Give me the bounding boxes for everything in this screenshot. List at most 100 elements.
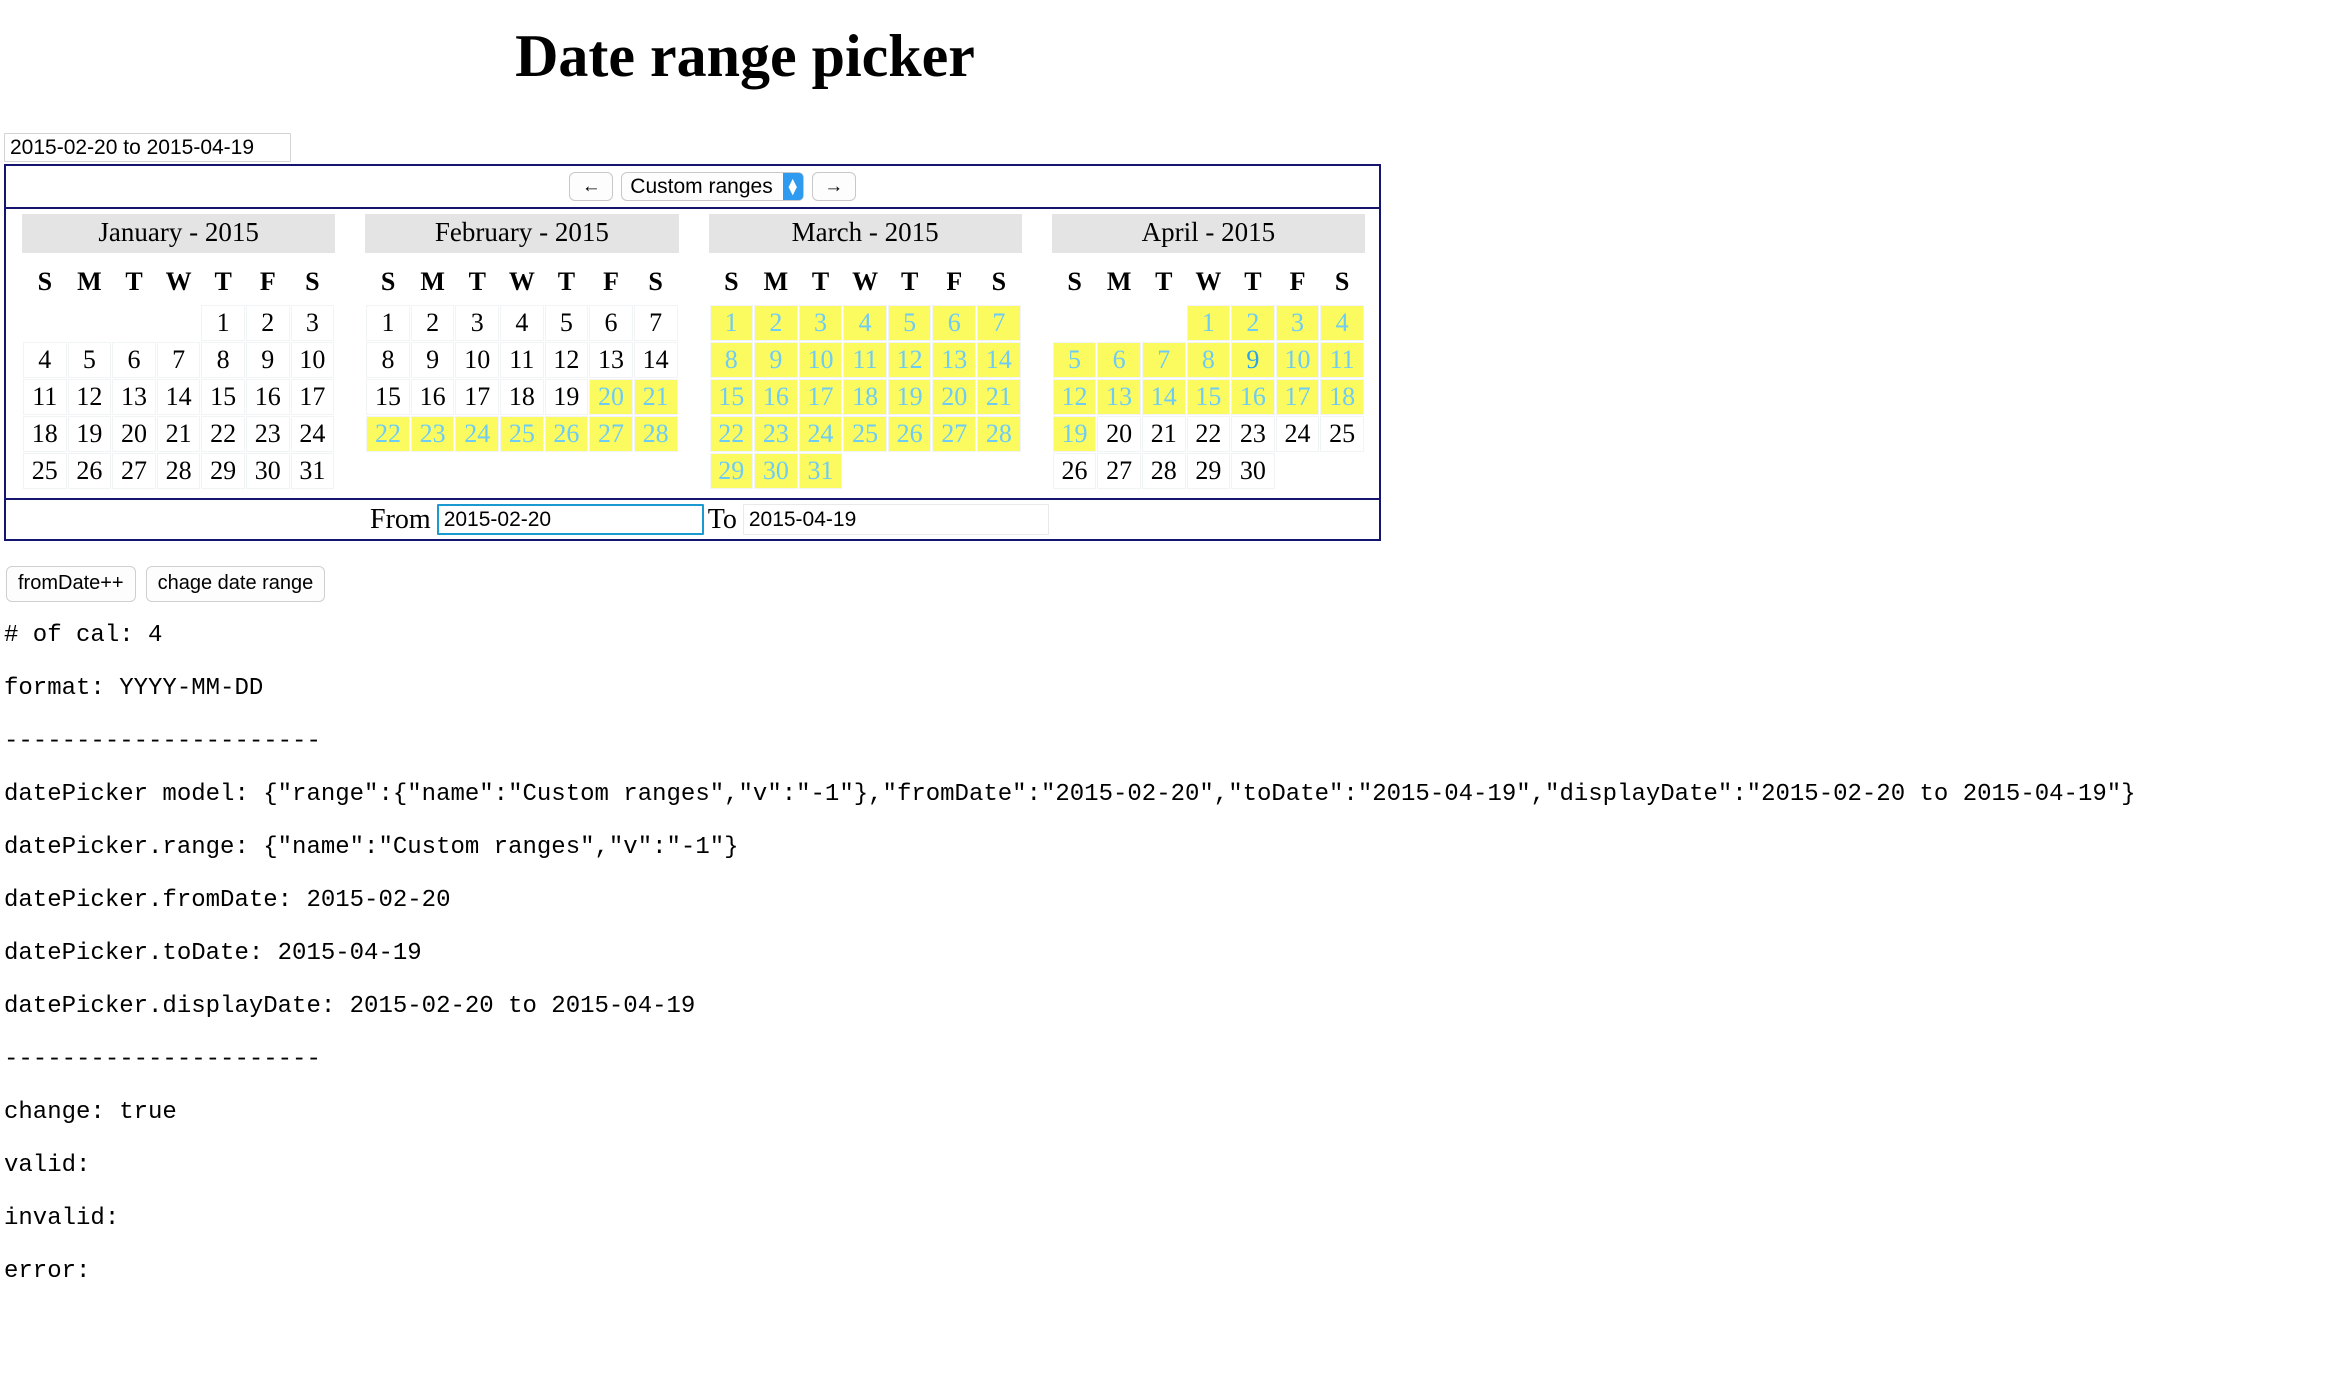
- calendar-day[interactable]: 16: [410, 379, 455, 415]
- calendar-day[interactable]: 3: [455, 305, 500, 341]
- calendar-day[interactable]: 5: [67, 342, 112, 378]
- calendar-day[interactable]: 16: [245, 379, 290, 415]
- from-date-input[interactable]: [436, 504, 704, 535]
- calendar-day[interactable]: 13: [589, 342, 633, 378]
- calendar-day[interactable]: 11: [500, 342, 544, 378]
- calendar-day-selected[interactable]: 17: [798, 379, 843, 415]
- calendar-day[interactable]: 26: [67, 453, 112, 489]
- calendar-day[interactable]: 6: [112, 342, 156, 378]
- calendar-day[interactable]: 26: [1052, 453, 1097, 489]
- calendar-day[interactable]: 6: [589, 305, 633, 341]
- calendar-day[interactable]: 3: [290, 305, 335, 341]
- calendar-day-selected[interactable]: 4: [843, 305, 887, 341]
- calendar-day[interactable]: 7: [156, 342, 201, 378]
- to-date-input[interactable]: [742, 504, 1049, 535]
- calendar-day[interactable]: 4: [500, 305, 544, 341]
- calendar-day-selected[interactable]: 2: [754, 305, 798, 341]
- calendar-day-selected[interactable]: 16: [754, 379, 798, 415]
- calendar-day-selected[interactable]: 7: [1141, 342, 1186, 378]
- calendar-day-selected[interactable]: 17: [1275, 379, 1320, 415]
- calendar-day-selected[interactable]: 13: [932, 342, 977, 378]
- next-month-button[interactable]: →: [811, 172, 856, 201]
- calendar-day[interactable]: 18: [500, 379, 544, 415]
- calendar-day-selected[interactable]: 11: [843, 342, 887, 378]
- calendar-day-selected[interactable]: 20: [589, 379, 633, 415]
- calendar-day-selected[interactable]: 25: [500, 416, 544, 452]
- calendar-day[interactable]: 5: [544, 305, 589, 341]
- calendar-day-selected[interactable]: 12: [887, 342, 932, 378]
- calendar-day-selected[interactable]: 30: [754, 453, 798, 489]
- calendar-day-selected[interactable]: 14: [977, 342, 1021, 378]
- calendar-day-selected[interactable]: 27: [932, 416, 977, 452]
- calendar-day[interactable]: 30: [245, 453, 290, 489]
- calendar-day[interactable]: 20: [1097, 416, 1141, 452]
- calendar-day-selected[interactable]: 19: [887, 379, 932, 415]
- calendar-day[interactable]: 1: [366, 305, 410, 341]
- calendar-day[interactable]: 17: [455, 379, 500, 415]
- calendar-day[interactable]: 2: [245, 305, 290, 341]
- calendar-day[interactable]: 25: [1320, 416, 1364, 452]
- calendar-day[interactable]: 22: [201, 416, 245, 452]
- calendar-day-selected[interactable]: 9: [1231, 342, 1275, 378]
- prev-month-button[interactable]: ←: [569, 172, 614, 201]
- calendar-day[interactable]: 9: [245, 342, 290, 378]
- calendar-day[interactable]: 22: [1186, 416, 1231, 452]
- calendar-day[interactable]: 19: [67, 416, 112, 452]
- calendar-day[interactable]: 27: [112, 453, 156, 489]
- calendar-day-selected[interactable]: 24: [798, 416, 843, 452]
- calendar-day[interactable]: 7: [633, 305, 678, 341]
- calendar-day[interactable]: 18: [23, 416, 67, 452]
- calendar-day[interactable]: 8: [201, 342, 245, 378]
- calendar-day[interactable]: 21: [1141, 416, 1186, 452]
- calendar-day-selected[interactable]: 26: [544, 416, 589, 452]
- calendar-day-selected[interactable]: 15: [709, 379, 754, 415]
- calendar-day-selected[interactable]: 23: [410, 416, 455, 452]
- calendar-day-selected[interactable]: 23: [754, 416, 798, 452]
- calendar-day[interactable]: 24: [1275, 416, 1320, 452]
- calendar-day-selected[interactable]: 21: [633, 379, 678, 415]
- calendar-day-selected[interactable]: 24: [455, 416, 500, 452]
- calendar-day-selected[interactable]: 9: [754, 342, 798, 378]
- calendar-day-selected[interactable]: 13: [1097, 379, 1141, 415]
- calendar-day[interactable]: 25: [23, 453, 67, 489]
- display-date-input[interactable]: [4, 133, 291, 162]
- calendar-day[interactable]: 9: [410, 342, 455, 378]
- calendar-day-selected[interactable]: 10: [1275, 342, 1320, 378]
- calendar-day[interactable]: 29: [1186, 453, 1231, 489]
- calendar-day-selected[interactable]: 28: [977, 416, 1021, 452]
- calendar-day-selected[interactable]: 21: [977, 379, 1021, 415]
- calendar-day-selected[interactable]: 20: [932, 379, 977, 415]
- calendar-day[interactable]: 30: [1231, 453, 1275, 489]
- calendar-day-selected[interactable]: 3: [798, 305, 843, 341]
- calendar-day-selected[interactable]: 22: [709, 416, 754, 452]
- calendar-day-selected[interactable]: 10: [798, 342, 843, 378]
- calendar-day-selected[interactable]: 11: [1320, 342, 1364, 378]
- calendar-day[interactable]: 17: [290, 379, 335, 415]
- calendar-day-selected[interactable]: 8: [1186, 342, 1231, 378]
- calendar-day-selected[interactable]: 26: [887, 416, 932, 452]
- calendar-day[interactable]: 12: [544, 342, 589, 378]
- calendar-day[interactable]: 27: [1097, 453, 1141, 489]
- calendar-day[interactable]: 10: [290, 342, 335, 378]
- calendar-day-selected[interactable]: 25: [843, 416, 887, 452]
- calendar-day-selected[interactable]: 7: [977, 305, 1021, 341]
- calendar-day-selected[interactable]: 6: [1097, 342, 1141, 378]
- calendar-day-selected[interactable]: 12: [1052, 379, 1097, 415]
- calendar-day[interactable]: 8: [366, 342, 410, 378]
- calendar-day[interactable]: 28: [1141, 453, 1186, 489]
- calendar-day[interactable]: 29: [201, 453, 245, 489]
- calendar-day-selected[interactable]: 31: [798, 453, 843, 489]
- from-date-increment-button[interactable]: fromDate++: [6, 566, 136, 602]
- calendar-day-selected[interactable]: 22: [366, 416, 410, 452]
- calendar-day[interactable]: 21: [156, 416, 201, 452]
- calendar-day-selected[interactable]: 27: [589, 416, 633, 452]
- calendar-day-selected[interactable]: 18: [1320, 379, 1364, 415]
- calendar-day-selected[interactable]: 14: [1141, 379, 1186, 415]
- calendar-day-selected[interactable]: 5: [887, 305, 932, 341]
- calendar-day[interactable]: 31: [290, 453, 335, 489]
- calendar-day[interactable]: 2: [410, 305, 455, 341]
- calendar-day[interactable]: 14: [633, 342, 678, 378]
- calendar-day-selected[interactable]: 8: [709, 342, 754, 378]
- calendar-day[interactable]: 28: [156, 453, 201, 489]
- calendar-day[interactable]: 23: [245, 416, 290, 452]
